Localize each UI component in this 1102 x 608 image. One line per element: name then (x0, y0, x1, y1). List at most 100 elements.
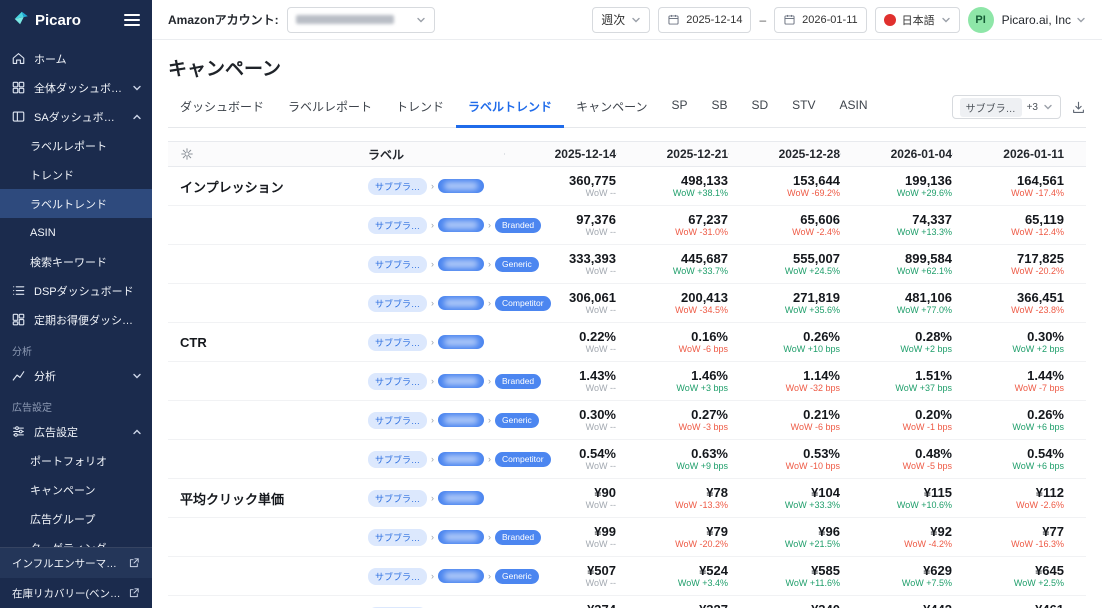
value-cell: 717,825WoW -20.2% (952, 251, 1086, 278)
subbrand-label-chip[interactable]: サブブラ… (368, 217, 427, 234)
redacted-label-chip[interactable] (438, 218, 484, 232)
subbrand-label-chip[interactable]: サブブラ… (368, 568, 427, 585)
value-cell: 445,687WoW +33.7% (616, 251, 728, 278)
wow-value: WoW -6 bps (616, 344, 728, 355)
sidebar-item-1[interactable]: 全体ダッシュボード (0, 73, 152, 102)
tab-5[interactable]: SP (659, 89, 699, 128)
redacted-label-chip[interactable] (438, 335, 484, 349)
redacted-label-chip[interactable] (438, 296, 484, 310)
subbrand-label-chip[interactable]: サブブラ… (368, 295, 427, 312)
avatar[interactable]: PI (968, 7, 994, 33)
metric-value: ¥327 (616, 602, 728, 608)
redacted-label-chip[interactable] (438, 374, 484, 388)
value-cell: ¥115WoW +10.6% (840, 485, 952, 512)
redacted-label-chip[interactable] (438, 452, 484, 466)
column-header-week-4[interactable]: 2026-01-04 (840, 147, 952, 161)
sidebar-item-8[interactable]: DSPダッシュボード (0, 276, 152, 305)
tab-0[interactable]: ダッシュボード (168, 89, 276, 128)
wow-delta: -3 bps (703, 422, 728, 432)
sidebar-item-2[interactable]: SAダッシュボード (0, 102, 152, 131)
tab-6[interactable]: SB (699, 89, 739, 128)
sidebar-subitem-16[interactable]: 広告グループ (0, 504, 152, 533)
chevron-right-separator-icon: › (430, 415, 435, 425)
sidebar-subitem-15[interactable]: キャンペーン (0, 475, 152, 504)
period-select[interactable]: 週次 (592, 7, 650, 33)
tab-1[interactable]: ラベルレポート (276, 89, 384, 128)
sidebar-footer-item-1[interactable]: 在庫リカバリー(ベンダー) (0, 578, 152, 608)
redacted-label-chip[interactable] (438, 179, 484, 193)
subbrand-label-chip[interactable]: サブブラ… (368, 178, 427, 195)
redacted-label-chip[interactable] (438, 413, 484, 427)
sidebar-item-9[interactable]: 定期お得便ダッシュボ… (0, 305, 152, 334)
wow-prefix: WoW (679, 422, 701, 432)
wow-value: WoW +2 bps (840, 344, 952, 355)
sidebar-subitem-3[interactable]: ラベルレポート (0, 131, 152, 160)
redacted-label-chip[interactable] (438, 569, 484, 583)
sidebar-item-11[interactable]: 分析 (0, 361, 152, 390)
column-header-week-3[interactable]: 2025-12-28 (728, 147, 840, 161)
wow-prefix: WoW (903, 461, 925, 471)
sidebar-item-0[interactable]: ホーム (0, 44, 152, 73)
subbrand-label-chip[interactable]: サブブラ… (368, 490, 427, 507)
date-from-input[interactable]: 2025-12-14 (658, 7, 751, 33)
label-filter-select[interactable]: サブブラ… +3 (952, 95, 1061, 119)
language-select[interactable]: 日本語 (875, 7, 960, 33)
sidebar-subitem-6[interactable]: ASIN (0, 218, 152, 247)
sidebar-subitem-4[interactable]: トレンド (0, 160, 152, 189)
wow-prefix: WoW (1012, 344, 1034, 354)
sidebar-item-13[interactable]: 広告設定 (0, 417, 152, 446)
wow-delta: +10 bps (808, 344, 840, 354)
wow-prefix: WoW (904, 539, 926, 549)
column-header-week-1[interactable]: 2025-12-14 (504, 147, 616, 161)
chevron-up-icon (132, 112, 142, 122)
wow-prefix: WoW (1012, 422, 1034, 432)
redacted-label-chip[interactable] (438, 530, 484, 544)
wow-delta: +77.0% (921, 305, 952, 315)
date-to-input[interactable]: 2026-01-11 (774, 7, 866, 33)
tab-2[interactable]: トレンド (384, 89, 456, 128)
gear-icon[interactable] (180, 147, 194, 161)
subbrand-label-chip[interactable]: サブブラ… (368, 529, 427, 546)
sidebar-subitem-7[interactable]: 検索キーワード (0, 247, 152, 276)
tabs: ダッシュボードラベルレポートトレンドラベルトレンドキャンペーンSPSBSDSTV… (168, 89, 952, 127)
value-cell: 498,133WoW +38.1% (616, 173, 728, 200)
tab-3[interactable]: ラベルトレンド (456, 89, 564, 128)
table-body: インプレッションサブブラ…›360,775WoW --498,133WoW +3… (168, 167, 1086, 608)
sidebar-subitem-5[interactable]: ラベルトレンド (0, 189, 152, 218)
label-cell: サブブラ…› (368, 490, 504, 507)
sidebar-subitem-14[interactable]: ポートフォリオ (0, 446, 152, 475)
sa-dashboard-icon (10, 109, 26, 125)
redacted-label-chip[interactable] (438, 491, 484, 505)
tab-4[interactable]: キャンペーン (564, 89, 659, 128)
metric-value: 481,106 (840, 290, 952, 306)
hamburger-menu-icon[interactable] (124, 11, 140, 29)
sidebar-footer-item-0[interactable]: インフルエンサーマーケ (0, 548, 152, 578)
value-cell: 1.44%WoW -7 bps (952, 368, 1086, 395)
sidebar-item-label: DSPダッシュボード (34, 283, 142, 299)
subbrand-label-chip[interactable]: サブブラ… (368, 451, 427, 468)
subbrand-label-chip[interactable]: サブブラ… (368, 256, 427, 273)
column-header-label[interactable]: ラベル (368, 146, 504, 163)
wow-prefix: WoW (1012, 461, 1034, 471)
org-menu[interactable]: Picaro.ai, Inc (1002, 13, 1086, 27)
download-button[interactable] (1071, 100, 1086, 115)
metric-value: ¥77 (952, 524, 1064, 540)
chevron-right-separator-icon: › (430, 181, 435, 191)
subbrand-label-chip[interactable]: サブブラ… (368, 412, 427, 429)
subbrand-label-chip[interactable]: サブブラ… (368, 334, 427, 351)
wow-delta: -31.0% (699, 227, 728, 237)
wow-prefix: WoW (786, 461, 808, 471)
picaro-logo[interactable]: Picaro (12, 9, 81, 31)
column-header-week-5[interactable]: 2026-01-11 (952, 147, 1086, 161)
tab-8[interactable]: STV (780, 89, 827, 128)
table-row: サブブラ…››Generic¥507WoW --¥524WoW +3.4%¥58… (168, 557, 1086, 596)
redacted-label-chip[interactable] (438, 257, 484, 271)
amazon-account-select[interactable] (287, 7, 435, 33)
tab-7[interactable]: SD (740, 89, 781, 128)
tab-9[interactable]: ASIN (828, 89, 880, 128)
sidebar-item-label: 定期お得便ダッシュボ… (34, 312, 142, 328)
value-cell: ¥92WoW -4.2% (840, 524, 952, 551)
subbrand-label-chip[interactable]: サブブラ… (368, 373, 427, 390)
value-cell: ¥77WoW -16.3% (952, 524, 1086, 551)
column-header-week-2[interactable]: 2025-12-21 (616, 147, 728, 161)
